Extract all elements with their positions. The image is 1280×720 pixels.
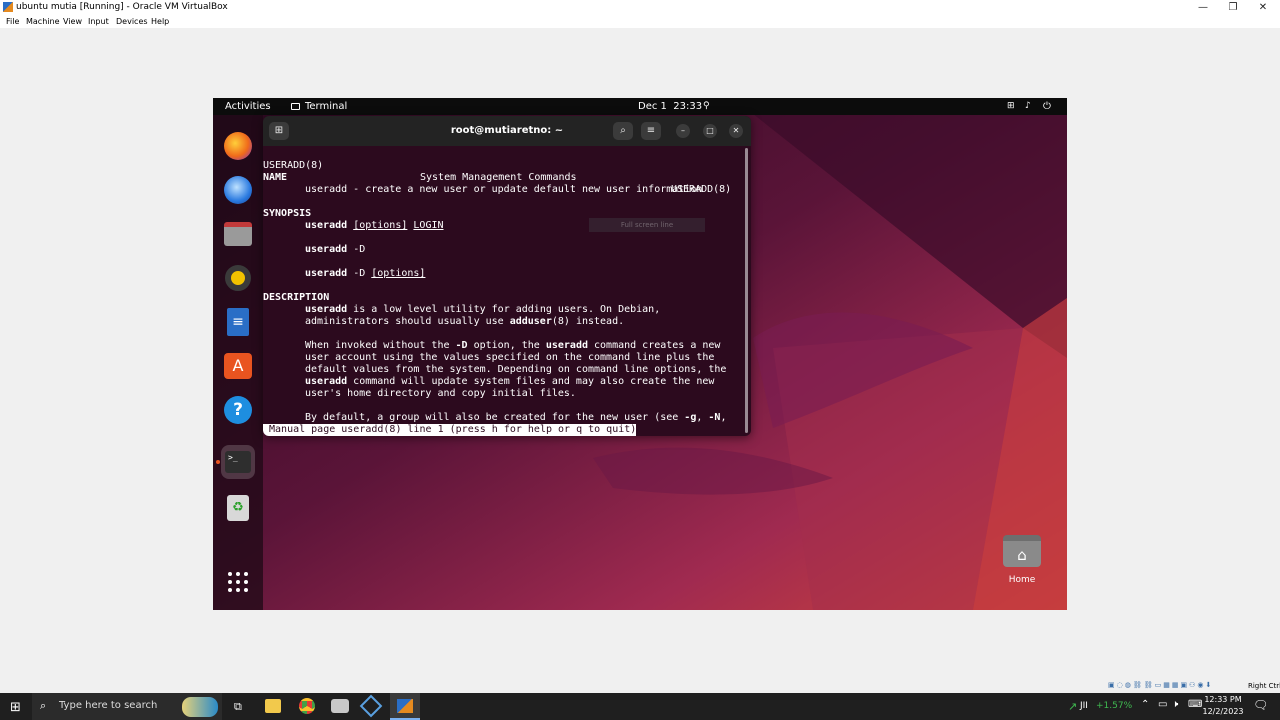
notification-icon: ⚲ <box>703 101 710 111</box>
activities-button[interactable]: Activities <box>225 98 271 115</box>
app-icon[interactable] <box>331 699 349 713</box>
pager-status-line: Manual page useradd(8) line 1 (press h f… <box>263 424 637 436</box>
thunderbird-icon[interactable] <box>221 173 255 207</box>
show-hidden-icons-icon[interactable]: ⌃ <box>1141 699 1149 710</box>
taskbar-time[interactable]: 12:33 PM <box>1200 695 1246 704</box>
host-key-label: Right Ctrl <box>1248 682 1280 690</box>
running-indicator <box>216 460 220 464</box>
terminal-headerbar[interactable]: ⊞ root@mutiaretno: ~ ⌕ ≡ – □ ✕ <box>263 116 751 146</box>
dock: ≡ A ? >_ ♻ <box>213 115 263 610</box>
taskbar-active-vm[interactable] <box>390 693 420 720</box>
window-titlebar[interactable]: ubuntu mutia [Running] - Oracle VM Virtu… <box>0 0 1280 15</box>
menu-machine[interactable]: Machine <box>26 15 60 28</box>
terminal-window[interactable]: ⊞ root@mutiaretno: ~ ⌕ ≡ – □ ✕ USERADD(8… <box>263 116 751 436</box>
fullscreen-tooltip: Full screen line <box>589 218 705 232</box>
virtualbox-cube-icon[interactable] <box>359 694 383 718</box>
chrome-icon[interactable] <box>299 698 315 714</box>
home-folder-icon: ⌂ <box>1003 535 1041 567</box>
volume-icon[interactable]: ♪ <box>1025 98 1031 115</box>
man-line: useradd [options] LOGIN <box>305 220 444 231</box>
battery-icon[interactable]: ▭ <box>1158 699 1167 710</box>
volume-muted-icon[interactable]: 🕨 <box>1172 699 1178 710</box>
clock[interactable]: Dec 1 23:33 <box>638 98 702 115</box>
help-icon[interactable]: ? <box>221 393 255 427</box>
windows-start-icon[interactable]: ⊞ <box>10 700 21 715</box>
man-line: When invoked without the -D option, the … <box>305 340 721 351</box>
virtualbox-window: ubuntu mutia [Running] - Oracle VM Virtu… <box>0 0 1280 693</box>
hamburger-menu-icon[interactable]: ≡ <box>641 122 661 140</box>
minimize-icon[interactable]: – <box>676 124 690 138</box>
search-icon: ⌕ <box>40 699 47 712</box>
man-line: useradd -D [options] <box>305 268 426 279</box>
guest-screen[interactable]: Activities Terminal Dec 1 23:33 ⚲ ⊞ ♪ ⏻ … <box>213 98 1067 610</box>
search-icon[interactable]: ⌕ <box>613 122 633 140</box>
man-line: default values from the system. Dependin… <box>305 364 727 375</box>
man-line: user account using the values specified … <box>305 352 715 363</box>
man-line: useradd - create a new user or update de… <box>305 184 703 195</box>
man-header: USERADD(8) System Management Commands US… <box>263 160 732 195</box>
terminal-app-icon <box>291 103 300 110</box>
maximize-icon[interactable]: □ <box>703 124 717 138</box>
taskbar-search-box[interactable]: ⌕ Type here to search <box>32 693 222 720</box>
section-description: DESCRIPTION <box>263 292 330 303</box>
writer-icon[interactable]: ≡ <box>221 305 255 339</box>
rhythmbox-icon[interactable] <box>221 261 255 295</box>
stock-label: JII <box>1080 701 1088 711</box>
status-bar-icons: ▣◌◍⛓⛓▭▦▦▣⚇◉⬇ <box>1108 681 1214 689</box>
gnome-topbar: Activities Terminal Dec 1 23:33 ⚲ ⊞ ♪ ⏻ <box>213 98 1067 115</box>
search-placeholder: Type here to search <box>59 700 158 711</box>
section-name: NAME <box>263 172 288 183</box>
home-folder-desktop-icon[interactable]: ⌂ Home <box>997 535 1047 595</box>
network-icon[interactable]: ⊞ <box>1007 98 1015 115</box>
windows-taskbar: ⊞ ⌕ Type here to search ⧉ ↗ JII +1.57% ⌃… <box>0 693 1280 720</box>
stock-change[interactable]: +1.57% <box>1096 701 1132 711</box>
menu-devices[interactable]: Devices <box>116 15 148 28</box>
close-icon[interactable]: ✕ <box>729 124 743 138</box>
stock-chart-icon: ↗ <box>1068 700 1078 713</box>
search-highlight-icon <box>182 697 218 717</box>
virtualbox-vm-icon <box>397 699 413 713</box>
virtualbox-icon <box>3 2 13 12</box>
menubar: File Machine View Input Devices Help <box>0 15 1280 28</box>
power-icon[interactable]: ⏻ <box>1043 98 1051 115</box>
close-button[interactable]: ✕ <box>1248 0 1278 15</box>
menu-input[interactable]: Input <box>88 15 109 28</box>
man-line: useradd -D <box>305 244 366 255</box>
files-icon[interactable] <box>221 217 255 251</box>
man-line: useradd is a low level utility for addin… <box>305 304 661 315</box>
terminal-scrollbar[interactable] <box>745 148 748 433</box>
app-center-icon[interactable]: A <box>221 349 255 383</box>
man-line: administrators should usually use adduse… <box>305 316 625 327</box>
section-synopsis: SYNOPSIS <box>263 208 312 219</box>
file-explorer-icon[interactable] <box>265 699 281 713</box>
app-menu-terminal[interactable]: Terminal <box>305 98 347 115</box>
taskbar-date[interactable]: 12/2/2023 <box>1200 707 1246 716</box>
terminal-dock-icon[interactable]: >_ <box>221 445 255 479</box>
show-apps-icon[interactable] <box>221 565 255 599</box>
menu-file[interactable]: File <box>6 15 19 28</box>
restore-button[interactable]: ❐ <box>1218 0 1248 15</box>
terminal-content[interactable]: USERADD(8) System Management Commands US… <box>263 146 751 436</box>
man-line: user's home directory and copy initial f… <box>305 388 576 399</box>
notifications-icon[interactable]: 🗨 <box>1253 698 1268 712</box>
minimize-button[interactable]: — <box>1188 0 1218 15</box>
window-title: ubuntu mutia [Running] - Oracle VM Virtu… <box>16 2 228 12</box>
man-line: useradd command will update system files… <box>305 376 715 387</box>
menu-view[interactable]: View <box>63 15 82 28</box>
task-view-icon[interactable]: ⧉ <box>234 700 242 714</box>
firefox-icon[interactable] <box>221 129 255 163</box>
man-line: By default, a group will also be created… <box>305 412 727 423</box>
trash-icon[interactable]: ♻ <box>221 491 255 525</box>
home-label: Home <box>1008 575 1036 585</box>
menu-help[interactable]: Help <box>151 15 169 28</box>
